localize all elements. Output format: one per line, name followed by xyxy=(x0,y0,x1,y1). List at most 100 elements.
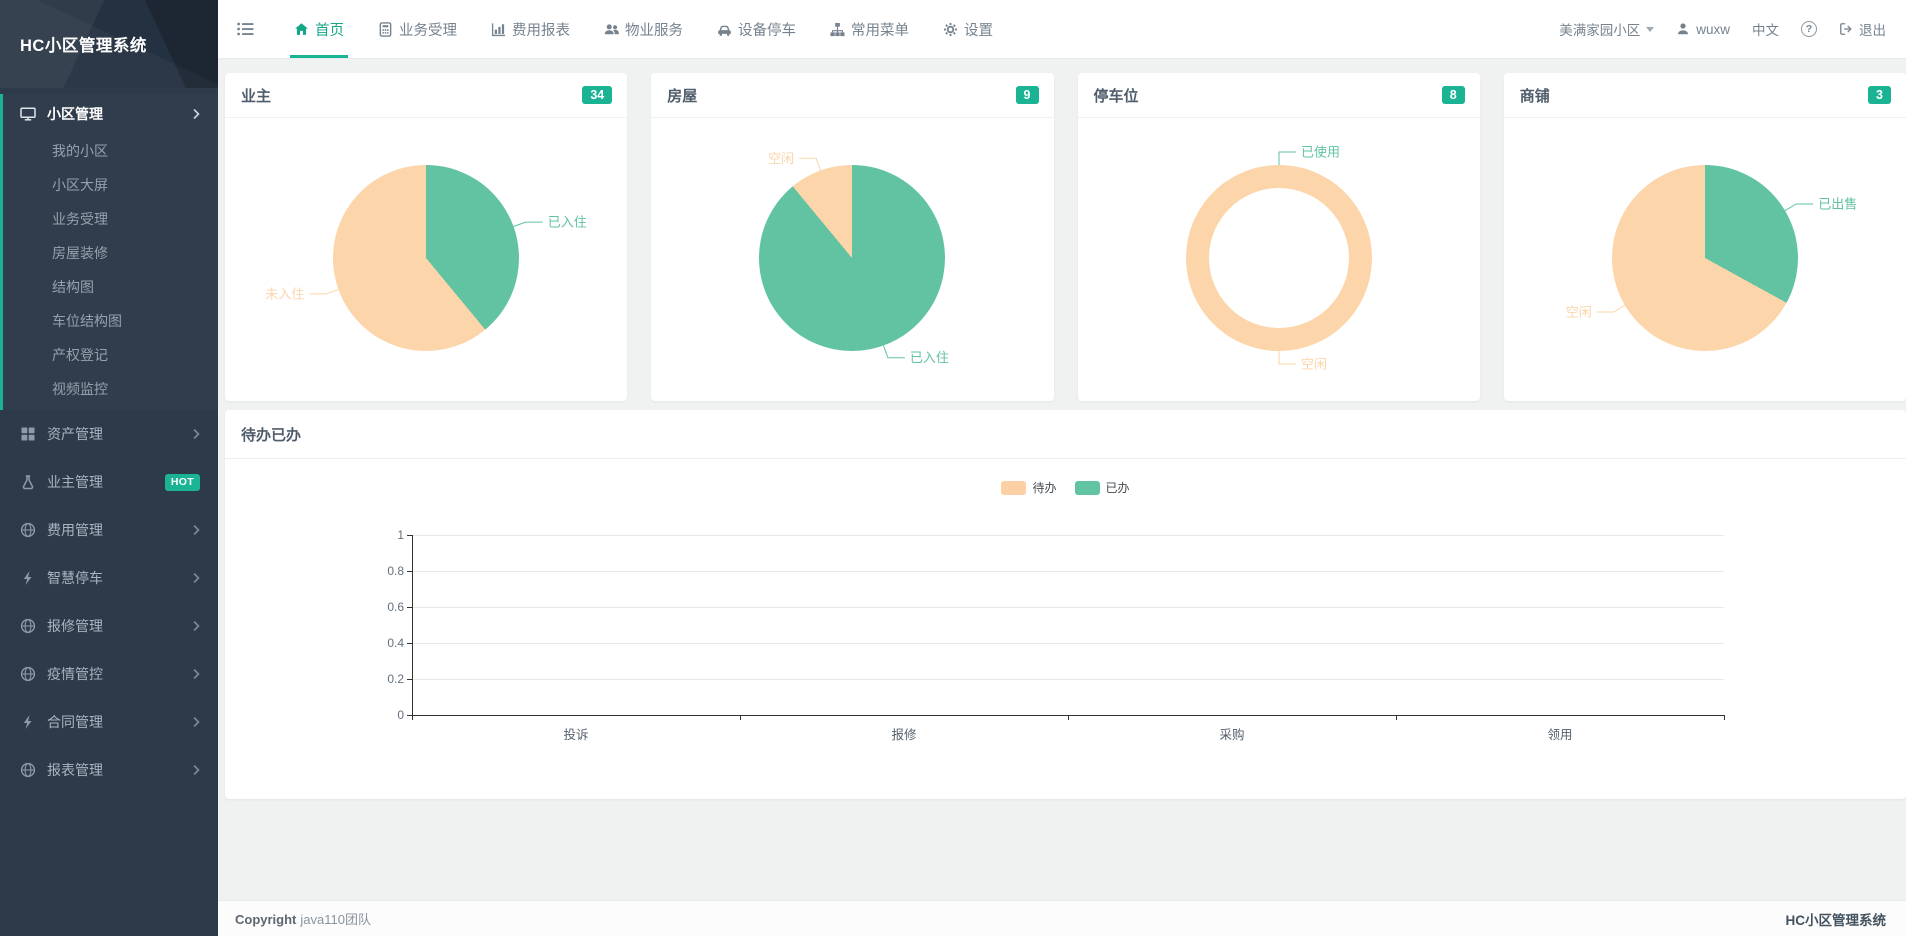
chevron-right-icon xyxy=(193,765,200,775)
x-axis-category-label: 报修 xyxy=(740,724,1068,743)
globe-icon xyxy=(20,522,36,538)
sidebar-item-community-mgmt[interactable]: 小区管理 xyxy=(3,94,218,134)
todo-panel: 待办已办 待办已办00.20.40.60.81投诉报修采购领用 xyxy=(225,410,1906,799)
tab-device-parking[interactable]: 设备停车 xyxy=(717,0,796,58)
pie-label: 已入住 xyxy=(910,350,949,365)
y-axis-tick-label: 0.8 xyxy=(364,564,404,578)
chevron-right-icon xyxy=(193,669,200,679)
sidebar-item-smart-parking[interactable]: 智慧停车 xyxy=(0,554,218,602)
sidebar-subitem[interactable]: 视频监控 xyxy=(3,372,218,406)
pie-disc[interactable] xyxy=(759,165,945,351)
legend-swatch xyxy=(1075,481,1100,495)
app-logo: HC小区管理系统 xyxy=(0,0,218,88)
count-badge: 8 xyxy=(1442,86,1465,105)
help-icon[interactable] xyxy=(1801,21,1817,37)
gear-icon xyxy=(943,22,958,37)
sidebar-item-epidemic-control[interactable]: 疫情管控 xyxy=(0,650,218,698)
chevron-right-icon xyxy=(193,717,200,727)
menu-list-icon[interactable] xyxy=(236,21,255,37)
legend-item[interactable]: 已办 xyxy=(1075,479,1130,496)
tab-fee-report[interactable]: 费用报表 xyxy=(491,0,570,58)
card-header: 商铺 3 xyxy=(1504,73,1906,118)
sidebar-subitem[interactable]: 产权登记 xyxy=(3,338,218,372)
y-axis-tick-label: 0.2 xyxy=(364,672,404,686)
top-navbar: 首页 业务受理 费用报表 物业服务 设备停车 常用菜单 xyxy=(218,0,1906,58)
count-badge: 9 xyxy=(1016,86,1039,105)
sign-out-icon xyxy=(1839,22,1853,36)
footer-app-name: HC小区管理系统 xyxy=(1786,909,1887,929)
chart-legend: 待办 已办 xyxy=(225,479,1906,496)
sidebar-item-owner-mgmt[interactable]: 业主管理 HOT xyxy=(0,458,218,506)
gridline xyxy=(412,535,1724,536)
panel-title: 待办已办 xyxy=(241,424,301,445)
legend-label: 待办 xyxy=(1032,479,1056,496)
y-axis-tick-label: 0.4 xyxy=(364,636,404,650)
sidebar-group-community-mgmt: 小区管理 我的小区 小区大屏 业务受理 房屋装修 结构图 车位结构图 产权登记 … xyxy=(0,94,218,410)
footer: Copyrightjava110团队 HC小区管理系统 xyxy=(218,900,1906,936)
stat-card-houses: 房屋 9 已入住空闲 xyxy=(651,73,1053,401)
sidebar-subitem[interactable]: 我的小区 xyxy=(3,134,218,168)
sidebar-item-label: 疫情管控 xyxy=(47,664,103,684)
stat-card-owners: 业主 34 已入住未入住 xyxy=(225,73,627,401)
sidebar-subitem[interactable]: 结构图 xyxy=(3,270,218,304)
panel-header: 待办已办 xyxy=(225,410,1906,459)
language-switch[interactable]: 中文 xyxy=(1752,19,1779,39)
footer-copyright: Copyrightjava110团队 xyxy=(235,909,371,928)
sidebar-item-label: 报表管理 xyxy=(47,760,103,780)
x-axis-tick xyxy=(412,715,413,720)
legend-swatch xyxy=(1001,481,1026,495)
user-icon xyxy=(1676,22,1690,36)
flask-icon xyxy=(20,474,36,490)
x-axis-tick xyxy=(1396,715,1397,720)
sidebar-subitem[interactable]: 小区大屏 xyxy=(3,168,218,202)
stat-card-shops: 商铺 3 已出售空闲 xyxy=(1504,73,1906,401)
tab-home[interactable]: 首页 xyxy=(294,0,344,58)
pie-label-leader-line xyxy=(514,222,543,226)
chevron-right-icon xyxy=(193,525,200,535)
sidebar-item-report-mgmt[interactable]: 报表管理 xyxy=(0,746,218,794)
sidebar-item-fee-mgmt[interactable]: 费用管理 xyxy=(0,506,218,554)
main-area: 首页 业务受理 费用报表 物业服务 设备停车 常用菜单 xyxy=(218,0,1906,936)
gridline xyxy=(412,643,1724,644)
sidebar-item-contract-mgmt[interactable]: 合同管理 xyxy=(0,698,218,746)
content-area: 业主 34 已入住未入住 房屋 9 已入住空闲 停车位 8 已使用空闲 xyxy=(218,73,1906,915)
users-icon xyxy=(604,22,619,37)
count-badge: 34 xyxy=(582,86,612,105)
app-logo-text: HC小区管理系统 xyxy=(20,32,147,56)
pie-label-leader-line xyxy=(1597,305,1625,312)
sidebar-item-asset-mgmt[interactable]: 资产管理 xyxy=(0,410,218,458)
caret-down-icon xyxy=(1646,27,1654,32)
car-icon xyxy=(717,22,732,37)
stat-cards-row: 业主 34 已入住未入住 房屋 9 已入住空闲 停车位 8 已使用空闲 xyxy=(225,73,1906,401)
sidebar: HC小区管理系统 小区管理 我的小区 小区大屏 业务受理 房屋装修 结构图 车位… xyxy=(0,0,218,936)
user-menu[interactable]: wuxw xyxy=(1676,22,1730,37)
community-selector[interactable]: 美满家园小区 xyxy=(1559,19,1654,39)
sidebar-subitem[interactable]: 房屋装修 xyxy=(3,236,218,270)
bolt-icon xyxy=(20,570,36,586)
sidebar-item-label: 报修管理 xyxy=(47,616,103,636)
count-badge: 3 xyxy=(1868,86,1891,105)
stat-card-parking: 停车位 8 已使用空闲 xyxy=(1078,73,1480,401)
sidebar-item-label: 小区管理 xyxy=(47,104,103,124)
pie-disc[interactable] xyxy=(333,165,519,351)
pie-label-leader-line xyxy=(1279,152,1296,165)
pie-chart-houses: 已入住空闲 xyxy=(651,118,1053,401)
legend-item[interactable]: 待办 xyxy=(1001,479,1056,496)
tab-settings[interactable]: 设置 xyxy=(943,0,993,58)
pie-chart-shops: 已出售空闲 xyxy=(1504,118,1906,401)
x-axis-tick xyxy=(1724,715,1725,720)
gridline xyxy=(412,571,1724,572)
tab-common-menu[interactable]: 常用菜单 xyxy=(830,0,909,58)
pie-disc[interactable] xyxy=(1612,165,1798,351)
tab-property-service[interactable]: 物业服务 xyxy=(604,0,683,58)
sidebar-item-repair-mgmt[interactable]: 报修管理 xyxy=(0,602,218,650)
y-axis-tick-label: 0.6 xyxy=(364,600,404,614)
pie-label: 未入住 xyxy=(265,286,304,301)
sidebar-item-label: 智慧停车 xyxy=(47,568,103,588)
tab-business-accept[interactable]: 业务受理 xyxy=(378,0,457,58)
sidebar-subitem[interactable]: 车位结构图 xyxy=(3,304,218,338)
pie-label: 空闲 xyxy=(1566,305,1592,320)
sidebar-submenu: 我的小区 小区大屏 业务受理 房屋装修 结构图 车位结构图 产权登记 视频监控 xyxy=(3,134,218,406)
sidebar-subitem[interactable]: 业务受理 xyxy=(3,202,218,236)
logout-button[interactable]: 退出 xyxy=(1839,19,1886,39)
